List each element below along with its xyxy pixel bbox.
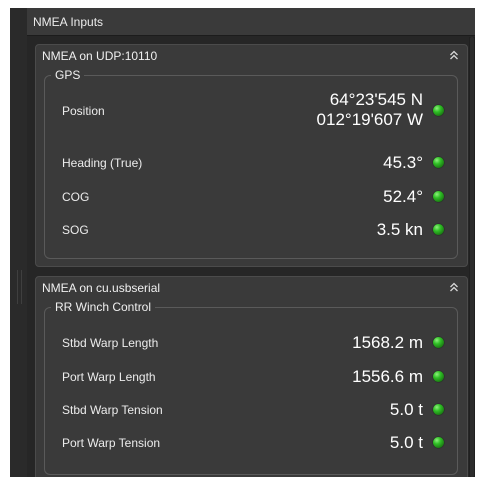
- row-value: 45.3°: [383, 153, 423, 172]
- row-port-warp-length: Port Warp Length 1556.6 m: [45, 362, 457, 392]
- row-port-warp-tension: Port Warp Tension 5.0 t: [45, 428, 457, 458]
- row-position: Position 64°23'545 N 012°19'607 W: [45, 88, 457, 132]
- row-value: 3.5 kn: [376, 220, 423, 239]
- panel-scrollbar[interactable]: [469, 37, 475, 477]
- row-heading: Heading (True) 45.3°: [45, 148, 457, 178]
- group-label: GPS: [51, 67, 85, 83]
- app-window: NMEA Inputs NMEA on UDP:10110 GPS Positi…: [0, 0, 481, 477]
- row-label: SOG: [62, 223, 89, 237]
- position-longitude: 012°19'607 W: [316, 110, 423, 129]
- group-rr-winch-control: RR Winch Control Stbd Warp Length 1568.2…: [44, 299, 458, 475]
- green-status-led-icon: [433, 224, 444, 235]
- source-header[interactable]: NMEA on UDP:10110: [36, 45, 467, 67]
- source-udp: NMEA on UDP:10110 GPS Position 64°23'545…: [35, 44, 468, 267]
- row-stbd-warp-length: Stbd Warp Length 1568.2 m: [45, 328, 457, 358]
- row-label: Position: [62, 104, 105, 118]
- row-cog: COG 52.4°: [45, 182, 457, 212]
- row-label: Port Warp Length: [62, 370, 156, 384]
- row-stbd-warp-tension: Stbd Warp Tension 5.0 t: [45, 395, 457, 425]
- row-label: Port Warp Tension: [62, 436, 161, 450]
- group-label: RR Winch Control: [51, 299, 156, 315]
- source-title: NMEA on UDP:10110: [42, 49, 158, 63]
- green-status-led-icon: [433, 337, 444, 348]
- green-status-led-icon: [433, 105, 444, 116]
- nmea-inputs-panel: NMEA Inputs NMEA on UDP:10110 GPS Positi…: [27, 8, 475, 477]
- chevron-double-up-icon[interactable]: [446, 279, 462, 295]
- green-status-led-icon: [433, 371, 444, 382]
- green-status-led-icon: [433, 404, 444, 415]
- green-status-led-icon: [433, 437, 444, 448]
- source-usbserial: NMEA on cu.usbserial RR Winch Control St…: [35, 276, 468, 477]
- row-value: 1556.6 m: [352, 367, 423, 386]
- row-value: 5.0 t: [389, 433, 423, 452]
- green-status-led-icon: [433, 157, 444, 168]
- row-value: 1568.2 m: [352, 333, 423, 352]
- row-label: Stbd Warp Length: [62, 336, 159, 350]
- panel-title: NMEA Inputs: [27, 8, 475, 36]
- source-title: NMEA on cu.usbserial: [42, 281, 161, 295]
- green-status-led-icon: [433, 191, 444, 202]
- row-label: COG: [62, 190, 90, 204]
- scrollbar-thumb[interactable]: [470, 37, 474, 477]
- splitter-handle[interactable]: [10, 8, 27, 477]
- chevron-double-up-icon[interactable]: [446, 47, 462, 63]
- row-label: Heading (True): [62, 156, 143, 170]
- splitter-grip[interactable]: [17, 270, 22, 304]
- row-sog: SOG 3.5 kn: [45, 215, 457, 245]
- position-latitude: 64°23'545 N: [329, 90, 423, 109]
- row-label: Stbd Warp Tension: [62, 403, 163, 417]
- row-value: 52.4°: [383, 187, 423, 206]
- row-value: 5.0 t: [389, 400, 423, 419]
- group-gps: GPS Position 64°23'545 N 012°19'607 W He…: [44, 67, 458, 259]
- source-header[interactable]: NMEA on cu.usbserial: [36, 277, 467, 299]
